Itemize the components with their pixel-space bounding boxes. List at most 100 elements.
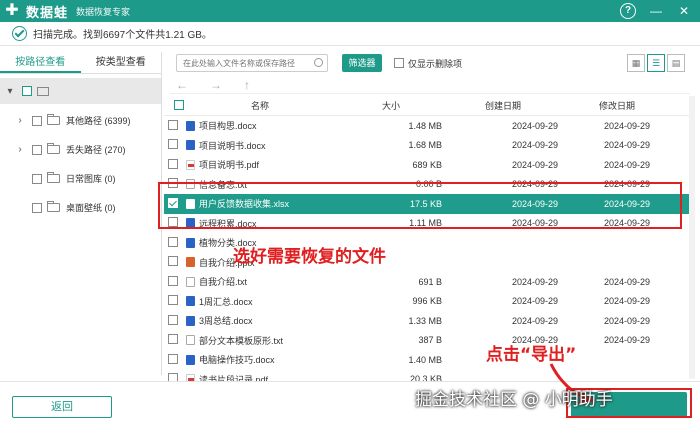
minimize-icon[interactable]: —: [648, 3, 664, 19]
title-bar: ✚ 数据蛙 数据恢复专家 ? — ✕: [0, 0, 700, 22]
row-checkbox[interactable]: [168, 236, 178, 247]
tree-checkbox[interactable]: [32, 173, 42, 184]
file-size: 1.48 MB: [408, 120, 442, 131]
app-name: 数据蛙: [26, 4, 69, 20]
table-row[interactable]: 项目构思.docx 1.48 MB 2024-09-29 2024-09-29: [164, 116, 692, 136]
col-size[interactable]: 大小: [340, 99, 448, 112]
file-name: 项目构思.docx: [199, 121, 257, 132]
pdf-file-icon: [186, 159, 195, 170]
file-created: 2024-09-29: [511, 296, 558, 307]
pptx-file-icon: [186, 257, 195, 268]
tree-checkbox[interactable]: [32, 144, 42, 155]
file-name: 自我介绍.txt: [199, 277, 248, 288]
tree-checkbox[interactable]: [32, 202, 42, 213]
toolbar: 筛选器 仅显示删除项 ▦ ☰ ▤: [170, 52, 695, 74]
search-icon[interactable]: [314, 58, 323, 67]
docx-file-icon: [186, 296, 195, 307]
table-row[interactable]: 3周总结.docx 1.33 MB 2024-09-29 2024-09-29: [164, 311, 692, 331]
back-arrow-icon[interactable]: ←: [176, 78, 188, 92]
file-name: 项目说明书.docx: [199, 140, 266, 151]
row-checkbox[interactable]: [168, 275, 178, 286]
tree-root[interactable]: ▾: [0, 78, 161, 104]
col-modified[interactable]: 修改日期: [558, 99, 676, 112]
tree-item-gallery[interactable]: 日常图库 (0): [0, 164, 161, 193]
file-size: 20.3 KB: [409, 374, 442, 381]
row-checkbox[interactable]: [168, 314, 178, 325]
file-created: 2024-09-29: [511, 315, 558, 326]
tree-item-lost[interactable]: › 丢失路径 (270): [0, 135, 161, 164]
root-checkbox[interactable]: [22, 86, 32, 96]
col-name[interactable]: 名称: [180, 99, 340, 112]
row-checkbox[interactable]: [168, 119, 178, 130]
file-name: 3周总结.docx: [199, 316, 253, 327]
tree-item-label: 日常图库 (0): [66, 174, 116, 184]
table-row[interactable]: 部分文本模板原形.txt 387 B 2024-09-29 2024-09-29: [164, 331, 692, 351]
docx-file-icon: [186, 354, 195, 365]
scan-status-text: 扫描完成。找到6697个文件共1.21 GB。: [33, 30, 212, 41]
filter-button[interactable]: 筛选器: [342, 54, 382, 72]
file-created: 2024-09-29: [511, 140, 558, 151]
table-row[interactable]: 项目说明书.docx 1.68 MB 2024-09-29 2024-09-29: [164, 136, 692, 156]
tree-item-other[interactable]: › 其他路径 (6399): [0, 106, 161, 135]
file-created: 2024-09-29: [511, 276, 558, 287]
row-checkbox[interactable]: [168, 158, 178, 169]
table-row[interactable]: 1周汇总.docx 996 KB 2024-09-29 2024-09-29: [164, 292, 692, 312]
select-files-annotation: 选好需要恢复的文件: [233, 247, 386, 267]
only-deleted-toggle[interactable]: 仅显示删除项: [394, 57, 462, 70]
list-view-icon[interactable]: ☰: [647, 54, 665, 72]
grid-view-icon[interactable]: ▦: [627, 54, 645, 72]
table-row[interactable]: 电脑操作技巧.docx 1.40 MB: [164, 350, 692, 370]
row-checkbox[interactable]: [168, 334, 178, 345]
up-arrow-icon[interactable]: ↑: [244, 78, 250, 92]
table-header: 名称 大小 创建日期 修改日期: [164, 96, 692, 116]
chevron-down-icon[interactable]: ▾: [4, 86, 16, 97]
check-circle-icon: [12, 26, 27, 41]
file-size: 996 KB: [412, 296, 442, 307]
table-row[interactable]: 项目说明书.pdf 689 KB 2024-09-29 2024-09-29: [164, 155, 692, 175]
detail-view-icon[interactable]: ▤: [667, 54, 685, 72]
file-size: 691 B: [418, 276, 442, 287]
table-row[interactable]: 自我介绍.txt 691 B 2024-09-29 2024-09-29: [164, 272, 692, 292]
close-icon[interactable]: ✕: [676, 3, 692, 19]
row-checkbox[interactable]: [168, 353, 178, 364]
help-icon[interactable]: ?: [620, 3, 636, 19]
chevron-right-icon[interactable]: ›: [14, 115, 26, 126]
back-button[interactable]: 返回: [12, 396, 112, 418]
tree-checkbox[interactable]: [32, 115, 42, 126]
tree-item-label: 丢失路径 (270): [66, 145, 126, 155]
file-modified: 2024-09-29: [603, 140, 650, 151]
pdf-file-icon: [186, 374, 195, 381]
scan-status-bar: 扫描完成。找到6697个文件共1.21 GB。: [0, 22, 700, 46]
search-box[interactable]: [176, 54, 328, 72]
txt-file-icon: [186, 276, 195, 287]
tree-item-wallpaper[interactable]: 桌面壁纸 (0): [0, 193, 161, 222]
file-modified: 2024-09-29: [603, 159, 650, 170]
row-checkbox[interactable]: [168, 256, 178, 267]
file-name: 项目说明书.pdf: [199, 160, 260, 171]
file-modified: 2024-09-29: [603, 315, 650, 326]
app-logo: ✚ 数据蛙 数据恢复专家: [4, 2, 130, 21]
row-checkbox[interactable]: [168, 373, 178, 381]
table-row[interactable]: 读书片段记录.pdf 20.3 KB: [164, 370, 692, 381]
watermark-text: 掘金技术社区 @ 小明助手: [415, 390, 613, 410]
view-mode-switch: ▦ ☰ ▤: [627, 54, 685, 72]
frog-logo-icon: ✚: [5, 2, 19, 19]
row-checkbox[interactable]: [168, 139, 178, 150]
file-size: 689 KB: [412, 159, 442, 170]
tab-by-path[interactable]: 按路径查看: [0, 52, 81, 73]
table-scrollbar[interactable]: [689, 96, 695, 379]
chevron-right-icon[interactable]: ›: [14, 144, 26, 155]
app-subtitle: 数据恢复专家: [76, 6, 131, 17]
forward-arrow-icon[interactable]: →: [210, 78, 222, 92]
only-deleted-checkbox[interactable]: [394, 58, 404, 68]
search-input[interactable]: [183, 58, 313, 68]
file-modified: 2024-09-29: [603, 120, 650, 131]
folder-icon: [47, 201, 60, 212]
folder-icon: [47, 114, 60, 125]
tab-by-type[interactable]: 按类型查看: [81, 52, 162, 73]
col-created[interactable]: 创建日期: [448, 99, 558, 112]
file-created: 2024-09-29: [511, 159, 558, 170]
file-name: 电脑操作技巧.docx: [199, 355, 275, 366]
file-name: 1周汇总.docx: [199, 296, 253, 307]
row-checkbox[interactable]: [168, 295, 178, 306]
